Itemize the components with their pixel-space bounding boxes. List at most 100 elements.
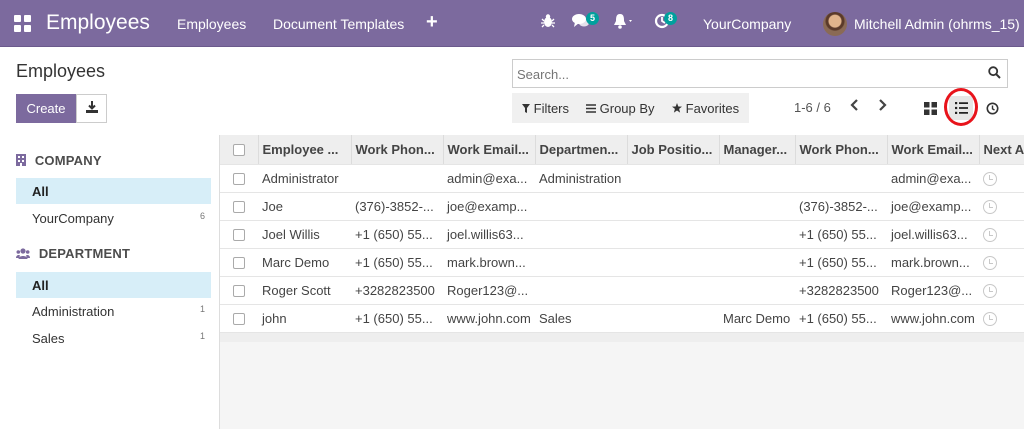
table-cell xyxy=(719,192,795,221)
column-header[interactable]: Employee ... xyxy=(258,135,352,165)
row-checkbox[interactable] xyxy=(233,285,245,298)
select-all-checkbox[interactable] xyxy=(232,144,245,157)
search-icon[interactable] xyxy=(988,66,1001,82)
row-checkbox[interactable] xyxy=(233,229,245,242)
table-cell xyxy=(535,192,627,221)
table-cell: (376)-3852-... xyxy=(795,192,887,221)
table-cell xyxy=(719,276,795,305)
employee-table: Employee ... Work Phon... Work Email... … xyxy=(220,135,1024,333)
row-checkbox[interactable] xyxy=(233,257,245,270)
table-cell: Marc Demo xyxy=(258,248,351,277)
department-filter-count: 1 xyxy=(199,304,205,314)
download-button[interactable] xyxy=(76,94,107,123)
company-filter-yourcompany[interactable]: YourCompany 6 xyxy=(16,205,211,231)
menu-document-templates[interactable]: Document Templates xyxy=(273,16,404,32)
list-view-highlight-ring xyxy=(944,88,978,126)
company-section-label: COMPANY xyxy=(34,153,102,168)
filters-label: Filters xyxy=(533,101,570,116)
table-row[interactable]: Roger Scott +3282823500 Roger123@... +32828… xyxy=(220,276,1024,305)
menu-employees[interactable]: Employees xyxy=(177,16,246,32)
app-title[interactable]: Employees xyxy=(46,11,150,35)
table-cell: www.john.com xyxy=(887,304,979,333)
table-cell xyxy=(535,276,627,305)
table-header-row: Employee ... Work Phon... Work Email... … xyxy=(220,135,1024,165)
activity-view-icon[interactable] xyxy=(980,96,1004,120)
bug-icon[interactable] xyxy=(541,13,555,34)
department-filter-sales[interactable]: Sales 1 xyxy=(16,325,211,351)
department-filter-all[interactable]: All xyxy=(16,272,211,298)
column-header[interactable]: Work Phon... xyxy=(795,135,888,165)
row-checkbox-cell[interactable] xyxy=(220,164,258,193)
column-header[interactable]: Job Positio... xyxy=(627,135,720,165)
department-filter-count: 1 xyxy=(199,331,205,341)
table-cell: Roger Scott xyxy=(258,276,351,305)
table-cell: Joe xyxy=(258,192,351,221)
clock-icon[interactable] xyxy=(983,283,997,298)
top-navbar: Employees Employees Document Templates +… xyxy=(0,0,1024,47)
bell-icon[interactable] xyxy=(613,13,635,34)
favorites-dropdown[interactable]: Favorites xyxy=(672,101,739,116)
pager-value[interactable]: 1-6 / 6 xyxy=(794,100,831,115)
search-input[interactable] xyxy=(517,65,977,83)
clock-icon[interactable] xyxy=(983,199,997,214)
table-row[interactable]: Administrator admin@exa... Administration a… xyxy=(220,164,1024,193)
company-switcher[interactable]: YourCompany xyxy=(703,16,791,32)
search-box[interactable] xyxy=(512,59,1008,88)
row-checkbox-cell[interactable] xyxy=(220,248,258,277)
table-cell: joel.willis63... xyxy=(887,220,979,249)
column-header[interactable]: Manager... xyxy=(719,135,796,165)
row-checkbox-cell[interactable] xyxy=(220,192,258,221)
row-checkbox-cell[interactable] xyxy=(220,276,258,305)
page-title: Employees xyxy=(16,61,106,81)
list-view-container: Employee ... Work Phon... Work Email... … xyxy=(220,135,1024,429)
filters-dropdown[interactable]: Filters xyxy=(522,101,569,116)
table-cell xyxy=(719,248,795,277)
department-filter-administration[interactable]: Administration 1 xyxy=(16,298,211,324)
row-checkbox[interactable] xyxy=(233,173,245,186)
table-row[interactable]: Joe (376)-3852-... joe@examp... (376)-3852-… xyxy=(220,192,1024,221)
kanban-view-icon[interactable] xyxy=(918,96,942,120)
table-cell: john xyxy=(258,304,351,333)
company-filter-yourcompany-label: YourCompany xyxy=(32,211,114,226)
column-header[interactable]: Work Email... xyxy=(443,135,536,165)
row-checkbox-cell[interactable] xyxy=(220,220,258,249)
download-icon xyxy=(85,101,98,116)
table-row[interactable]: Joel Willis +1 (650) 55... joel.willis63..… xyxy=(220,220,1024,249)
column-header[interactable]: Next A xyxy=(979,135,1024,165)
create-button[interactable]: Create xyxy=(16,94,76,123)
select-all-checkbox-cell[interactable] xyxy=(220,135,259,165)
column-header[interactable]: Work Email... xyxy=(887,135,980,165)
groupby-dropdown[interactable]: Group By xyxy=(586,101,655,116)
row-checkbox[interactable] xyxy=(233,201,245,214)
table-row[interactable]: john +1 (650) 55... www.john.com Sales Marc … xyxy=(220,304,1024,333)
department-filter-sales-label: Sales xyxy=(32,331,65,346)
department-section-label: DEPARTMENT xyxy=(38,246,131,261)
table-cell xyxy=(627,164,719,193)
clock-icon[interactable] xyxy=(983,227,997,242)
row-checkbox-cell[interactable] xyxy=(220,304,258,333)
user-menu[interactable]: Mitchell Admin (ohrms_15) xyxy=(854,16,1020,32)
filter-icon xyxy=(522,101,534,116)
table-cell xyxy=(979,220,1024,249)
clock-icon[interactable] xyxy=(983,171,997,186)
column-header[interactable]: Departmen... xyxy=(535,135,628,165)
pager-next-icon[interactable] xyxy=(877,98,887,116)
row-checkbox[interactable] xyxy=(233,313,245,326)
clock-icon[interactable] xyxy=(983,255,997,270)
table-cell xyxy=(719,164,795,193)
department-filter-administration-label: Administration xyxy=(32,304,115,319)
user-avatar[interactable] xyxy=(823,12,847,36)
search-options-bar: Filters Group By Favorites xyxy=(512,93,749,123)
table-cell: +1 (650) 55... xyxy=(351,248,443,277)
pager-previous-icon[interactable] xyxy=(850,98,860,116)
table-row[interactable]: Marc Demo +1 (650) 55... mark.brown... +1 (… xyxy=(220,248,1024,277)
activity-badge: 8 xyxy=(664,12,678,25)
column-header[interactable]: Work Phon... xyxy=(351,135,444,165)
menu-plus[interactable]: + xyxy=(426,11,438,34)
table-cell: Roger123@... xyxy=(443,276,535,305)
clock-icon[interactable] xyxy=(983,311,997,326)
company-filter-all[interactable]: All xyxy=(16,178,211,204)
table-cell: Administration xyxy=(535,164,627,193)
apps-menu-icon[interactable] xyxy=(14,15,31,32)
table-cell xyxy=(795,164,887,193)
